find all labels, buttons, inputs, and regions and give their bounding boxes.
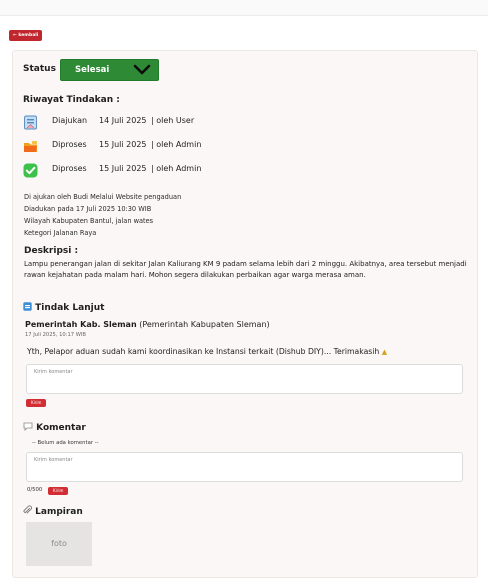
status-value: Selesai — [75, 65, 110, 75]
follow-up-title: Tindak Lanjut — [35, 303, 105, 313]
submitted-date-text: Diadukan pada 17 Juli 2025 10:30 WIB — [24, 205, 152, 213]
back-arrow-icon: ← — [13, 33, 17, 38]
response-message: Yth, Pelapor aduan sudah kami koordinasi… — [27, 347, 387, 356]
response-message-text: Yth, Pelapor aduan sudah kami koordinasi… — [27, 347, 380, 356]
history-status-2: Diproses — [52, 140, 87, 149]
attachment-section-title: Lampiran — [23, 505, 83, 517]
history-date-3: 15 Juli 2025 — [99, 164, 147, 173]
comment-section-title: Komentar — [23, 422, 86, 433]
submitted-by-text: Di ajukan oleh Budi Melalui Website peng… — [24, 193, 182, 201]
history-date-1: 14 Juli 2025 — [99, 116, 147, 125]
attachment-photo[interactable]: foto — [26, 522, 92, 566]
comment-title: Komentar — [36, 423, 86, 433]
history-by-3: | oleh Admin — [151, 164, 202, 173]
report-detail-card: Status Selesai Riwayat Tindakan : Diajuk… — [12, 50, 478, 578]
check-icon — [23, 163, 38, 178]
back-button-label: kembali — [18, 33, 39, 38]
paperclip-icon — [23, 505, 32, 514]
description-body: Lampu penerangan jalan di sekitar Jalan … — [24, 260, 467, 279]
attachment-title: Lampiran — [35, 507, 83, 517]
history-title: Riwayat Tindakan : — [23, 95, 120, 105]
follow-up-section-title: Tindak Lanjut — [23, 302, 104, 313]
category-text: Ketegori Jalanan Raya — [24, 229, 97, 237]
history-status-3: Diproses — [52, 164, 87, 173]
history-by-1: | oleh User — [151, 116, 195, 125]
response-date: 17 Juli 2025, 10:17 WIB — [25, 332, 86, 338]
history-status-1: Diajukan — [52, 116, 88, 125]
follow-up-comment-input[interactable]: Kirim komentar — [26, 364, 463, 394]
comment-send-button[interactable]: Kirim — [48, 487, 69, 495]
status-dropdown[interactable]: Selesai — [60, 59, 159, 81]
document-icon — [23, 115, 38, 130]
speech-bubble-icon — [23, 422, 33, 431]
comment-input[interactable]: Kirim komentar — [26, 452, 463, 482]
responder-full-name: (Pemerintah Kabupaten Sleman) — [139, 320, 270, 329]
follow-up-send-button[interactable]: Kirim — [26, 399, 47, 407]
top-bar — [0, 0, 488, 16]
history-date-2: 15 Juli 2025 — [99, 140, 147, 149]
region-text: Wilayah Kabupaten Bantul, jalan wates — [24, 217, 154, 225]
back-button[interactable]: ← kembali — [9, 30, 43, 41]
praying-hands-icon: ▲ — [381, 348, 388, 356]
folder-icon — [23, 139, 38, 154]
status-label: Status — [23, 64, 56, 74]
history-by-2: | oleh Admin — [151, 140, 202, 149]
description-title: Deskripsi : — [24, 246, 79, 256]
responder-name: Pemerintah Kab. Sleman — [25, 320, 137, 329]
comment-char-counter: 0/500 — [27, 487, 43, 493]
no-comment-text: -- Belum ada komentar -- — [32, 440, 99, 446]
responder-org: Pemerintah Kab. Sleman (Pemerintah Kabup… — [25, 320, 270, 329]
follow-up-icon — [23, 302, 32, 311]
chevron-down-icon — [133, 64, 151, 75]
